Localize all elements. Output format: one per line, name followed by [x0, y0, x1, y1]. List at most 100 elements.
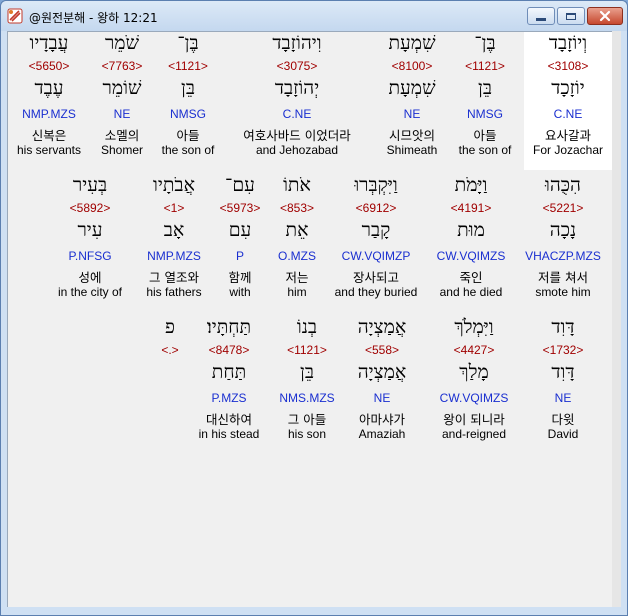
vertical-scrollbar[interactable]: [612, 31, 621, 607]
morph-code: NE: [113, 107, 131, 121]
hebrew-lemma: נָכָה: [549, 219, 577, 241]
strong-number[interactable]: <1>: [136, 201, 212, 215]
morph-code: P: [235, 249, 244, 263]
korean-gloss: 요사갈과: [544, 128, 591, 143]
strong-number[interactable]: <558>: [342, 343, 422, 357]
english-gloss: him: [287, 285, 307, 299]
morph-code: P.NFSG: [68, 249, 112, 263]
english-gloss: with: [229, 285, 251, 299]
word-cell[interactable]: עֲבָדָיו <5650> עֶבֶד NMP.MZS 신복은 his se…: [8, 32, 90, 170]
hebrew-lemma: אָב: [163, 219, 185, 241]
hebrew-lemma: אֲמַצְיָה: [357, 361, 407, 383]
strong-number[interactable]: <5221>: [518, 201, 608, 215]
word-cell[interactable]: אֹתוֹ <853> אֵת O.MZS 저는 him: [268, 174, 326, 312]
hebrew-word: וַיִּקְבְּרוּ: [354, 174, 398, 196]
word-cell[interactable]: וִיהוֹזָבָד <3075> יְהוֹזָבָד C.NE 여호사바드…: [222, 32, 372, 170]
hebrew-lemma: שִׁמְעָת: [388, 77, 436, 99]
morph-code: NMP.MZS: [22, 107, 76, 121]
maximize-button[interactable]: [557, 7, 585, 25]
strong-number[interactable]: <1732>: [528, 343, 598, 357]
hebrew-lemma: עִיר: [77, 219, 103, 241]
word-cell[interactable]: בְנוֹ <1121> בֵּן NMS.MZS 그 아들 his son: [272, 316, 342, 454]
word-cell[interactable]: פ <.>: [154, 316, 186, 454]
hebrew-word: וַיִּמְלֹךְ: [454, 316, 494, 338]
word-cell[interactable]: בֶּן־ <1121> בֵּן NMSG 아들 the son of: [448, 32, 522, 170]
korean-gloss: 여호사바드 이었더라: [243, 128, 351, 143]
hebrew-word: בְנוֹ: [296, 316, 318, 338]
korean-gloss: 대신하여: [205, 412, 252, 427]
title-bar[interactable]: @원전분해 - 왕하 12:21: [1, 1, 627, 31]
word-cell[interactable]: עִם־ <5973> עִם P 함께 with: [212, 174, 268, 312]
korean-gloss: 저는: [285, 270, 309, 285]
hebrew-lemma: יְהוֹזָבָד: [274, 77, 320, 99]
korean-gloss: 장사되고: [352, 270, 399, 285]
hebrew-lemma: עִם: [228, 219, 252, 241]
hebrew-word: אֲבֹתָיו: [153, 174, 195, 196]
strong-number[interactable]: <3075>: [222, 59, 372, 73]
korean-gloss: 아들: [176, 128, 200, 143]
hebrew-lemma: תַּחַת: [211, 361, 247, 383]
strong-number[interactable]: <5892>: [46, 201, 134, 215]
morph-code: C.NE: [282, 107, 312, 121]
strong-number[interactable]: <8100>: [372, 59, 452, 73]
korean-gloss: 신복은: [31, 128, 67, 143]
morph-code: CW.VQIMZP: [341, 249, 411, 263]
word-cell[interactable]: בֶּן־ <1121> בֵּן NMSG 아들 the son of: [152, 32, 224, 170]
korean-gloss: 시므앗의: [388, 128, 435, 143]
strong-number[interactable]: <3108>: [524, 59, 612, 73]
word-cell[interactable]: שֹׁמֵר <7763> שׁוֹמֵר NE 소멜의 Shomer: [92, 32, 152, 170]
strong-number[interactable]: <5650>: [8, 59, 90, 73]
word-cell[interactable]: אֲבֹתָיו <1> אָב NMP.MZS 그 열조와 his fathe…: [136, 174, 212, 312]
word-cell[interactable]: דָּוִד <1732> דָּוִד NE 다윗 David: [528, 316, 598, 454]
interlinear-panel: וְיוֹזָבָד <3108> יוֹזָכָד C.NE 요사갈과 For…: [7, 31, 614, 608]
english-gloss: Shimeath: [386, 143, 438, 157]
strong-number[interactable]: <4427>: [424, 343, 524, 357]
morph-code: CW.VQIMZS: [436, 249, 506, 263]
morph-code: NE: [373, 391, 391, 405]
korean-gloss: 저를 쳐서: [538, 270, 588, 285]
hebrew-word: אֹתוֹ: [283, 174, 311, 196]
word-cell[interactable]: בְּעִיר <5892> עִיר P.NFSG 성에 in the cit…: [46, 174, 134, 312]
word-cell[interactable]: וְיוֹזָבָד <3108> יוֹזָכָד C.NE 요사갈과 For…: [524, 32, 612, 170]
english-gloss: his servants: [16, 143, 82, 157]
hebrew-word: דָּוִד: [551, 316, 575, 338]
hebrew-word: תַּחְתָּיו׃: [206, 316, 252, 338]
strong-number[interactable]: <853>: [268, 201, 326, 215]
hebrew-lemma: בֵּן: [181, 77, 195, 99]
hebrew-lemma: בֵּן: [478, 77, 492, 99]
english-gloss: David: [547, 427, 579, 441]
word-cell[interactable]: וַיָּמֹת <4191> מוּת CW.VQIMZS 죽인 and he…: [428, 174, 514, 312]
word-cell[interactable]: אֲמַצְיָה <558> אֲמַצְיָה NE 아마샤가 Amazia…: [342, 316, 422, 454]
morph-code: NMP.MZS: [147, 249, 201, 263]
strong-number[interactable]: <1121>: [152, 59, 224, 73]
english-gloss: Amaziah: [358, 427, 406, 441]
strong-number[interactable]: <6912>: [328, 201, 424, 215]
word-cell[interactable]: תַּחְתָּיו׃ <8478> תַּחַת P.MZS 대신하여 in …: [188, 316, 270, 454]
korean-gloss: 다윗: [551, 412, 575, 427]
morph-code: NE: [403, 107, 421, 121]
minimize-button[interactable]: [527, 7, 555, 25]
close-button[interactable]: [587, 7, 623, 25]
hebrew-lemma: בֵּן: [300, 361, 314, 383]
morph-code: C.NE: [553, 107, 583, 121]
english-gloss: his son: [287, 427, 327, 441]
strong-number[interactable]: <.>: [154, 343, 186, 357]
korean-gloss: 성에: [78, 270, 102, 285]
strong-number[interactable]: <7763>: [92, 59, 152, 73]
word-cell[interactable]: הִכֻּהוּ <5221> נָכָה VHACZP.MZS 저를 쳐서 s…: [518, 174, 608, 312]
hebrew-word: וִיהוֹזָבָד: [272, 32, 322, 54]
hebrew-word: בְּעִיר: [72, 174, 108, 196]
word-cell[interactable]: שִׁמְעָת <8100> שִׁמְעָת NE 시므앗의 Shimeat…: [372, 32, 452, 170]
korean-gloss: 그 아들: [287, 412, 327, 427]
strong-number[interactable]: <1121>: [448, 59, 522, 73]
word-cell[interactable]: וַיִּקְבְּרוּ <6912> קָבַר CW.VQIMZP 장사되…: [328, 174, 424, 312]
strong-number[interactable]: <5973>: [212, 201, 268, 215]
word-cell[interactable]: וַיִּמְלֹךְ <4427> מָלַךְ CW.VQIMZS 왕이 되…: [424, 316, 524, 454]
english-gloss: smote him: [535, 285, 591, 299]
close-icon: [599, 10, 611, 22]
english-gloss: the son of: [458, 143, 512, 157]
morph-code: P.MZS: [211, 391, 247, 405]
strong-number[interactable]: <4191>: [428, 201, 514, 215]
strong-number[interactable]: <8478>: [188, 343, 270, 357]
strong-number[interactable]: <1121>: [272, 343, 342, 357]
